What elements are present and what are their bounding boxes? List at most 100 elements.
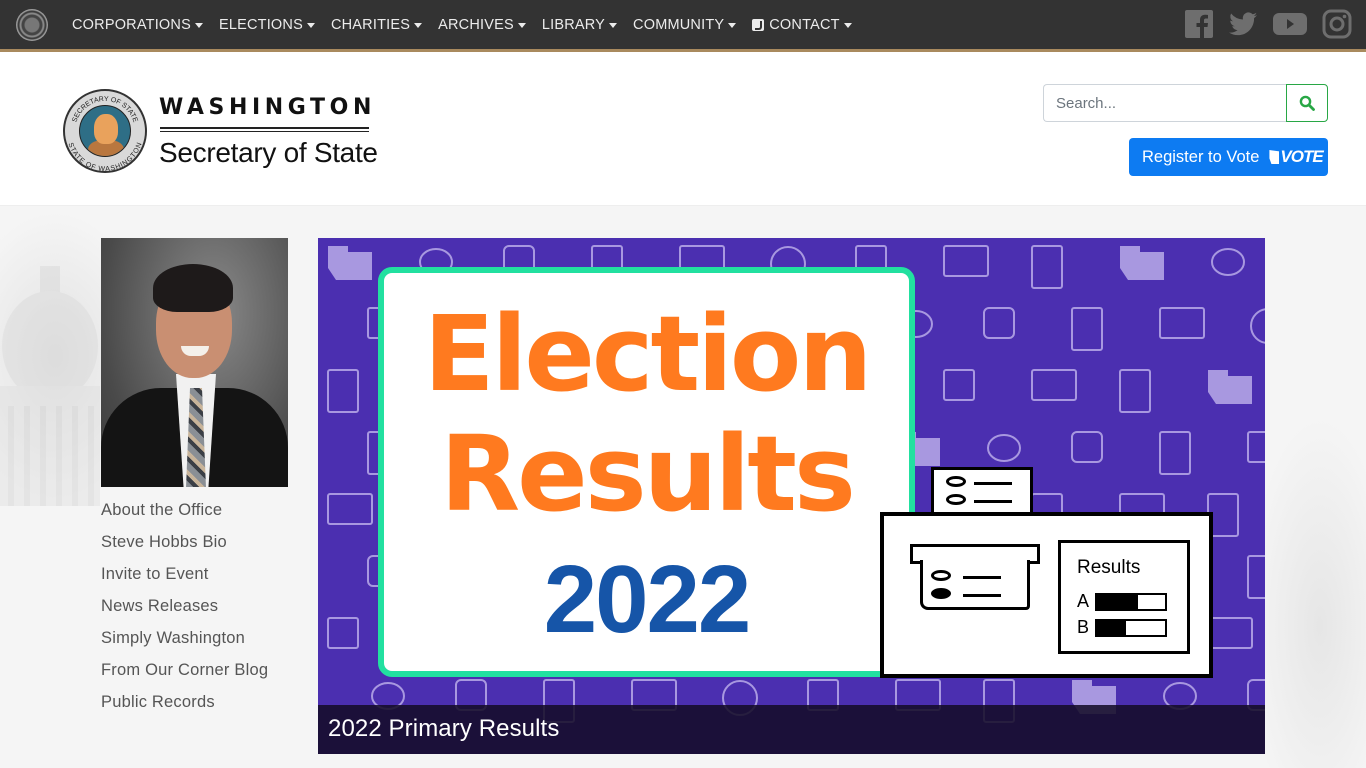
- pattern-icon: [987, 434, 1021, 462]
- pattern-icon: [1250, 308, 1265, 344]
- link-news-releases[interactable]: News Releases: [101, 594, 268, 626]
- headline-line2: Results: [440, 413, 856, 535]
- pattern-icon: [943, 245, 989, 277]
- pattern-icon: [1159, 307, 1205, 339]
- social-links: [1184, 9, 1352, 39]
- home-seal-icon[interactable]: [16, 9, 48, 41]
- capitol-dome-background: [0, 266, 100, 506]
- menu-label: COMMUNITY: [633, 17, 725, 33]
- secretary-portrait-photo: [101, 238, 288, 487]
- vote-badge-text: VOTE: [1280, 147, 1323, 166]
- register-label: Register to Vote: [1142, 147, 1260, 166]
- pattern-icon: [327, 617, 359, 649]
- photo-hair: [153, 264, 233, 312]
- register-to-vote-button[interactable]: Register to Vote VOTE: [1129, 138, 1328, 176]
- pattern-icon: [1119, 369, 1151, 413]
- menu-library[interactable]: LIBRARY: [542, 17, 618, 33]
- pattern-icon: [1211, 248, 1245, 276]
- link-invite-to-event[interactable]: Invite to Event: [101, 562, 268, 594]
- logo-divider: [160, 131, 369, 132]
- ballot-line: [974, 500, 1012, 503]
- menu-label: CHARITIES: [330, 17, 411, 33]
- pattern-icon: [1208, 370, 1252, 404]
- pattern-icon: [1031, 369, 1077, 401]
- search-form: [1043, 84, 1328, 122]
- ballot-oval-filled: [931, 588, 951, 599]
- menu-community[interactable]: COMMUNITY: [633, 17, 737, 33]
- state-seal-logo[interactable]: SECRETARY OF STATE STATE OF WASHINGTON: [63, 89, 147, 173]
- link-steve-hobbs-bio[interactable]: Steve Hobbs Bio: [101, 530, 268, 562]
- pattern-icon: [327, 493, 373, 525]
- caret-down-icon: [194, 22, 203, 28]
- ballot-oval: [931, 570, 951, 581]
- vote-wa-icon: VOTE: [1269, 147, 1324, 167]
- ballot-line: [963, 594, 1001, 597]
- top-navigation-bar: CORPORATIONS ELECTIONS CHARITIES ARCHIVE…: [0, 0, 1366, 52]
- logo-subtitle[interactable]: Secretary of State: [159, 137, 378, 169]
- result-fill: [1097, 594, 1138, 609]
- caret-down-icon: [609, 22, 618, 28]
- results-panel: Results A B: [1058, 540, 1190, 654]
- menu-label: CONTACT: [769, 17, 840, 33]
- link-about-the-office[interactable]: About the Office: [101, 498, 268, 530]
- search-input[interactable]: [1043, 84, 1286, 122]
- office-links: About the Office Steve Hobbs Bio Invite …: [101, 498, 268, 722]
- election-results-card: Election Results 2022: [378, 267, 915, 677]
- pattern-icon: [1071, 307, 1103, 351]
- ballot-paper: [920, 560, 1030, 610]
- caret-down-icon: [414, 22, 423, 28]
- link-simply-washington[interactable]: Simply Washington: [101, 626, 268, 658]
- result-label: B: [1077, 617, 1090, 637]
- pattern-icon: [1071, 431, 1103, 463]
- washington-state-shape: [1269, 150, 1280, 164]
- svg-text:SECRETARY OF STATE: SECRETARY OF STATE: [71, 96, 138, 124]
- svg-text:STATE OF WASHINGTON: STATE OF WASHINGTON: [67, 142, 144, 171]
- link-public-records[interactable]: Public Records: [101, 690, 268, 722]
- caret-down-icon: [306, 22, 315, 28]
- ballot-oval: [946, 476, 966, 487]
- seal-ring-text: SECRETARY OF STATE STATE OF WASHINGTON: [67, 96, 144, 171]
- pattern-icon: [1207, 617, 1253, 649]
- logo-divider: [160, 127, 369, 129]
- headline-year: 2022: [543, 546, 752, 653]
- twitter-icon[interactable]: [1228, 9, 1258, 39]
- seal-text-top: SECRETARY OF STATE: [71, 96, 138, 124]
- caret-down-icon: [517, 22, 526, 28]
- menu-charities[interactable]: CHARITIES: [330, 17, 423, 33]
- menu-archives[interactable]: ARCHIVES: [438, 17, 526, 33]
- facebook-icon[interactable]: [1184, 9, 1214, 39]
- results-title: Results: [1077, 557, 1141, 578]
- youtube-icon[interactable]: [1272, 9, 1308, 39]
- menu-corporations[interactable]: CORPORATIONS: [72, 17, 203, 33]
- ballot-paper-icon: [931, 467, 1033, 517]
- pattern-icon: [1247, 555, 1265, 599]
- headline-line1: Election: [423, 293, 873, 415]
- phone-icon: [752, 19, 765, 31]
- menu-contact[interactable]: CONTACT: [752, 17, 852, 33]
- result-label: A: [1077, 591, 1090, 611]
- seal-text-bottom: STATE OF WASHINGTON: [67, 142, 144, 171]
- ballot-machine-illustration: Results A B: [880, 512, 1213, 678]
- election-results-carousel[interactable]: Election Results 2022 Results A B 2022 P…: [318, 238, 1265, 754]
- pattern-icon: [327, 369, 359, 413]
- link-from-our-corner-blog[interactable]: From Our Corner Blog: [101, 658, 268, 690]
- result-bar: [1095, 618, 1167, 637]
- logo-title[interactable]: WASHINGTON: [159, 95, 376, 120]
- menu-elections[interactable]: ELECTIONS: [219, 17, 315, 33]
- menu-label: ELECTIONS: [218, 17, 303, 33]
- search-button[interactable]: [1286, 84, 1328, 122]
- ballot-line: [963, 576, 1001, 579]
- ballot-oval: [946, 494, 966, 505]
- result-row-a: A: [1077, 591, 1167, 612]
- pattern-icon: [1159, 431, 1191, 475]
- caret-down-icon: [728, 22, 737, 28]
- search-icon: [1299, 95, 1315, 111]
- result-row-b: B: [1077, 617, 1167, 638]
- result-bar: [1095, 592, 1167, 611]
- ballot-line: [974, 482, 1012, 485]
- carousel-caption[interactable]: 2022 Primary Results: [318, 705, 1265, 754]
- site-header: SECRETARY OF STATE STATE OF WASHINGTON W…: [0, 55, 1366, 205]
- instagram-icon[interactable]: [1322, 9, 1352, 39]
- pattern-icon: [1247, 431, 1265, 463]
- menu-label: ARCHIVES: [438, 17, 514, 33]
